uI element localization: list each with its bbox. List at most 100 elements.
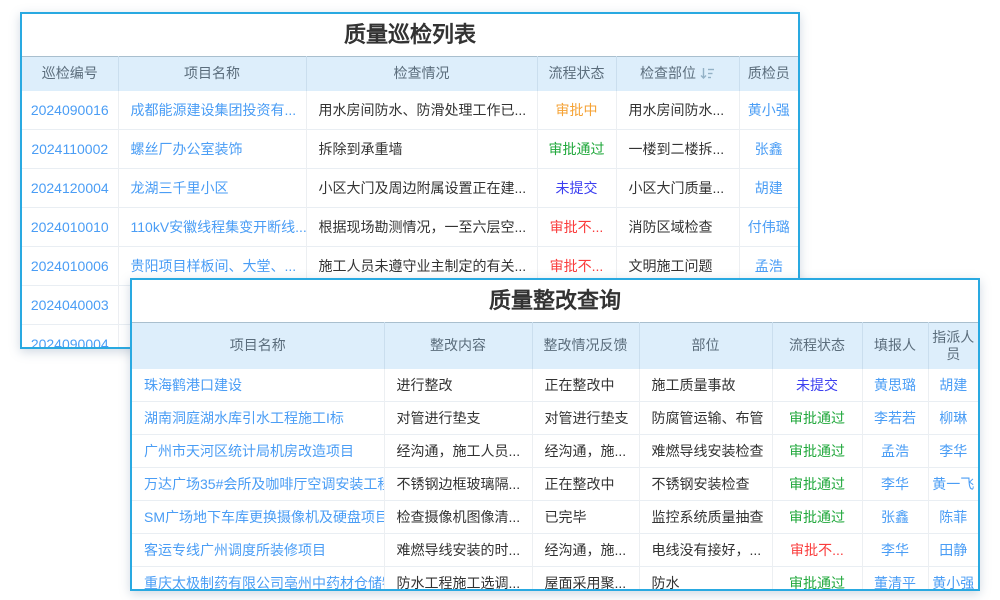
rectify-feedback-cell: 正在整改中 <box>532 468 639 501</box>
inspection-list-title: 质量巡检列表 <box>22 14 798 56</box>
reporter-cell[interactable]: 黄思璐 <box>862 369 928 402</box>
header-location-label: 检查部位 <box>640 65 696 81</box>
rectify-feedback-cell: 经沟通，施... <box>532 534 639 567</box>
header-inspector: 质检员 <box>739 57 798 92</box>
header-rectify-content: 整改内容 <box>384 323 532 370</box>
rectify-content-cell: 检查摄像机图像清... <box>384 501 532 534</box>
page: 质量巡检列表 巡检编号 项目名称 检查情况 流程状态 检查部位 质检员 2024… <box>0 0 1000 600</box>
rectify-content-cell: 不锈钢边框玻璃隔... <box>384 468 532 501</box>
part-cell: 防水 <box>639 567 772 592</box>
reporter-cell[interactable]: 李若若 <box>862 402 928 435</box>
assignee-cell[interactable]: 胡建 <box>928 369 978 402</box>
inspection-header-row: 巡检编号 项目名称 检查情况 流程状态 检查部位 质检员 <box>22 57 798 92</box>
project-name-cell[interactable]: 珠海鹤港口建设 <box>132 369 384 402</box>
inspection-id-cell[interactable]: 2024010010 <box>22 208 118 247</box>
rectify-row: 湖南洞庭湖水库引水工程施工I标对管进行垫支对管进行垫支防腐管运输、布管审批通过李… <box>132 402 978 435</box>
part-cell: 难燃导线安装检查 <box>639 435 772 468</box>
project-name-cell[interactable]: 万达广场35#会所及咖啡厅空调安装工程 <box>132 468 384 501</box>
project-name-cell[interactable]: 螺丝厂办公室装饰 <box>118 130 306 169</box>
header-rectify-feedback: 整改情况反馈 <box>532 323 639 370</box>
inspection-id-cell[interactable]: 2024090004 <box>22 325 118 350</box>
assignee-cell[interactable]: 李华 <box>928 435 978 468</box>
rectify-feedback-cell: 经沟通，施... <box>532 435 639 468</box>
flow-status-cell: 审批通过 <box>772 501 862 534</box>
header-flow-status: 流程状态 <box>537 57 616 92</box>
reporter-cell[interactable]: 李华 <box>862 534 928 567</box>
rectify-row: 万达广场35#会所及咖啡厅空调安装工程不锈钢边框玻璃隔...正在整改中不锈钢安装… <box>132 468 978 501</box>
flow-status-cell: 未提交 <box>772 369 862 402</box>
project-name-cell[interactable]: 成都能源建设集团投资有... <box>118 91 306 130</box>
header-reporter: 填报人 <box>862 323 928 370</box>
rectify-query-title: 质量整改查询 <box>132 280 978 322</box>
inspection-row: 2024110002螺丝厂办公室装饰拆除到承重墙审批通过一楼到二楼拆...张鑫 <box>22 130 798 169</box>
rectify-content-cell: 对管进行垫支 <box>384 402 532 435</box>
inspection-id-cell[interactable]: 2024110002 <box>22 130 118 169</box>
project-name-cell[interactable]: 龙湖三千里小区 <box>118 169 306 208</box>
flow-status-cell: 审批中 <box>537 91 616 130</box>
flow-status-cell: 审批通过 <box>772 567 862 592</box>
assignee-cell[interactable]: 黄小强 <box>928 567 978 592</box>
sort-descending-icon[interactable] <box>700 67 715 80</box>
rectify-feedback-cell: 正在整改中 <box>532 369 639 402</box>
assignee-cell[interactable]: 柳琳 <box>928 402 978 435</box>
inspection-id-cell[interactable]: 2024040003 <box>22 286 118 325</box>
header-situation: 检查情况 <box>306 57 537 92</box>
part-cell: 施工质量事故 <box>639 369 772 402</box>
inspector-cell[interactable]: 张鑫 <box>739 130 798 169</box>
inspector-cell[interactable]: 胡建 <box>739 169 798 208</box>
location-cell: 消防区域检查 <box>616 208 739 247</box>
inspector-cell[interactable]: 黄小强 <box>739 91 798 130</box>
rectify-row: 广州市天河区统计局机房改造项目经沟通，施工人员...经沟通，施...难燃导线安装… <box>132 435 978 468</box>
rectify-row: 重庆太极制药有限公司亳州中药材仓储物流防水工程施工选调...屋面采用聚...防水… <box>132 567 978 592</box>
header-assignee: 指派人员 <box>928 323 978 370</box>
project-name-cell[interactable]: 客运专线广州调度所装修项目 <box>132 534 384 567</box>
location-cell: 小区大门质量... <box>616 169 739 208</box>
rectify-row: 客运专线广州调度所装修项目难燃导线安装的时...经沟通，施...电线没有接好，.… <box>132 534 978 567</box>
rectify-feedback-cell: 对管进行垫支 <box>532 402 639 435</box>
project-name-cell[interactable]: 重庆太极制药有限公司亳州中药材仓储物流 <box>132 567 384 592</box>
project-name-cell[interactable]: 110kV安徽线程集变开断线... <box>118 208 306 247</box>
flow-status-cell: 审批通过 <box>772 402 862 435</box>
header-project-name: 项目名称 <box>132 323 384 370</box>
situation-cell: 拆除到承重墙 <box>306 130 537 169</box>
reporter-cell[interactable]: 孟浩 <box>862 435 928 468</box>
rectify-header-row: 项目名称 整改内容 整改情况反馈 部位 流程状态 填报人 指派人员 <box>132 323 978 370</box>
header-flow-status: 流程状态 <box>772 323 862 370</box>
inspection-row: 2024120004龙湖三千里小区小区大门及周边附属设置正在建...未提交小区大… <box>22 169 798 208</box>
assignee-cell[interactable]: 陈菲 <box>928 501 978 534</box>
rectify-feedback-cell: 屋面采用聚... <box>532 567 639 592</box>
rectify-content-cell: 防水工程施工选调... <box>384 567 532 592</box>
situation-cell: 根据现场勘测情况，一至六层空... <box>306 208 537 247</box>
reporter-cell[interactable]: 李华 <box>862 468 928 501</box>
rectify-query-card: 质量整改查询 项目名称 整改内容 整改情况反馈 部位 流程状态 填报人 指派人员… <box>130 278 980 591</box>
assignee-cell[interactable]: 黄一飞 <box>928 468 978 501</box>
rectify-row: 珠海鹤港口建设进行整改正在整改中施工质量事故未提交黄思璐胡建 <box>132 369 978 402</box>
rectify-feedback-cell: 已完毕 <box>532 501 639 534</box>
flow-status-cell: 审批不... <box>772 534 862 567</box>
project-name-cell[interactable]: 湖南洞庭湖水库引水工程施工I标 <box>132 402 384 435</box>
reporter-cell[interactable]: 张鑫 <box>862 501 928 534</box>
rectify-content-cell: 进行整改 <box>384 369 532 402</box>
flow-status-cell: 审批通过 <box>772 435 862 468</box>
inspection-row: 2024090016成都能源建设集团投资有...用水房间防水、防滑处理工作已..… <box>22 91 798 130</box>
rectify-content-cell: 难燃导线安装的时... <box>384 534 532 567</box>
header-part: 部位 <box>639 323 772 370</box>
header-project-name: 项目名称 <box>118 57 306 92</box>
location-cell: 用水房间防水... <box>616 91 739 130</box>
project-name-cell[interactable]: 广州市天河区统计局机房改造项目 <box>132 435 384 468</box>
situation-cell: 用水房间防水、防滑处理工作已... <box>306 91 537 130</box>
inspection-id-cell[interactable]: 2024010006 <box>22 247 118 286</box>
inspection-id-cell[interactable]: 2024120004 <box>22 169 118 208</box>
rectify-content-cell: 经沟通，施工人员... <box>384 435 532 468</box>
header-location[interactable]: 检查部位 <box>616 57 739 92</box>
reporter-cell[interactable]: 董清平 <box>862 567 928 592</box>
inspection-row: 2024010010110kV安徽线程集变开断线...根据现场勘测情况，一至六层… <box>22 208 798 247</box>
part-cell: 电线没有接好，... <box>639 534 772 567</box>
project-name-cell[interactable]: SM广场地下车库更换摄像机及硬盘项目 <box>132 501 384 534</box>
assignee-cell[interactable]: 田静 <box>928 534 978 567</box>
flow-status-cell: 审批通过 <box>537 130 616 169</box>
part-cell: 不锈钢安装检查 <box>639 468 772 501</box>
flow-status-cell: 未提交 <box>537 169 616 208</box>
inspection-id-cell[interactable]: 2024090016 <box>22 91 118 130</box>
inspector-cell[interactable]: 付伟璐 <box>739 208 798 247</box>
